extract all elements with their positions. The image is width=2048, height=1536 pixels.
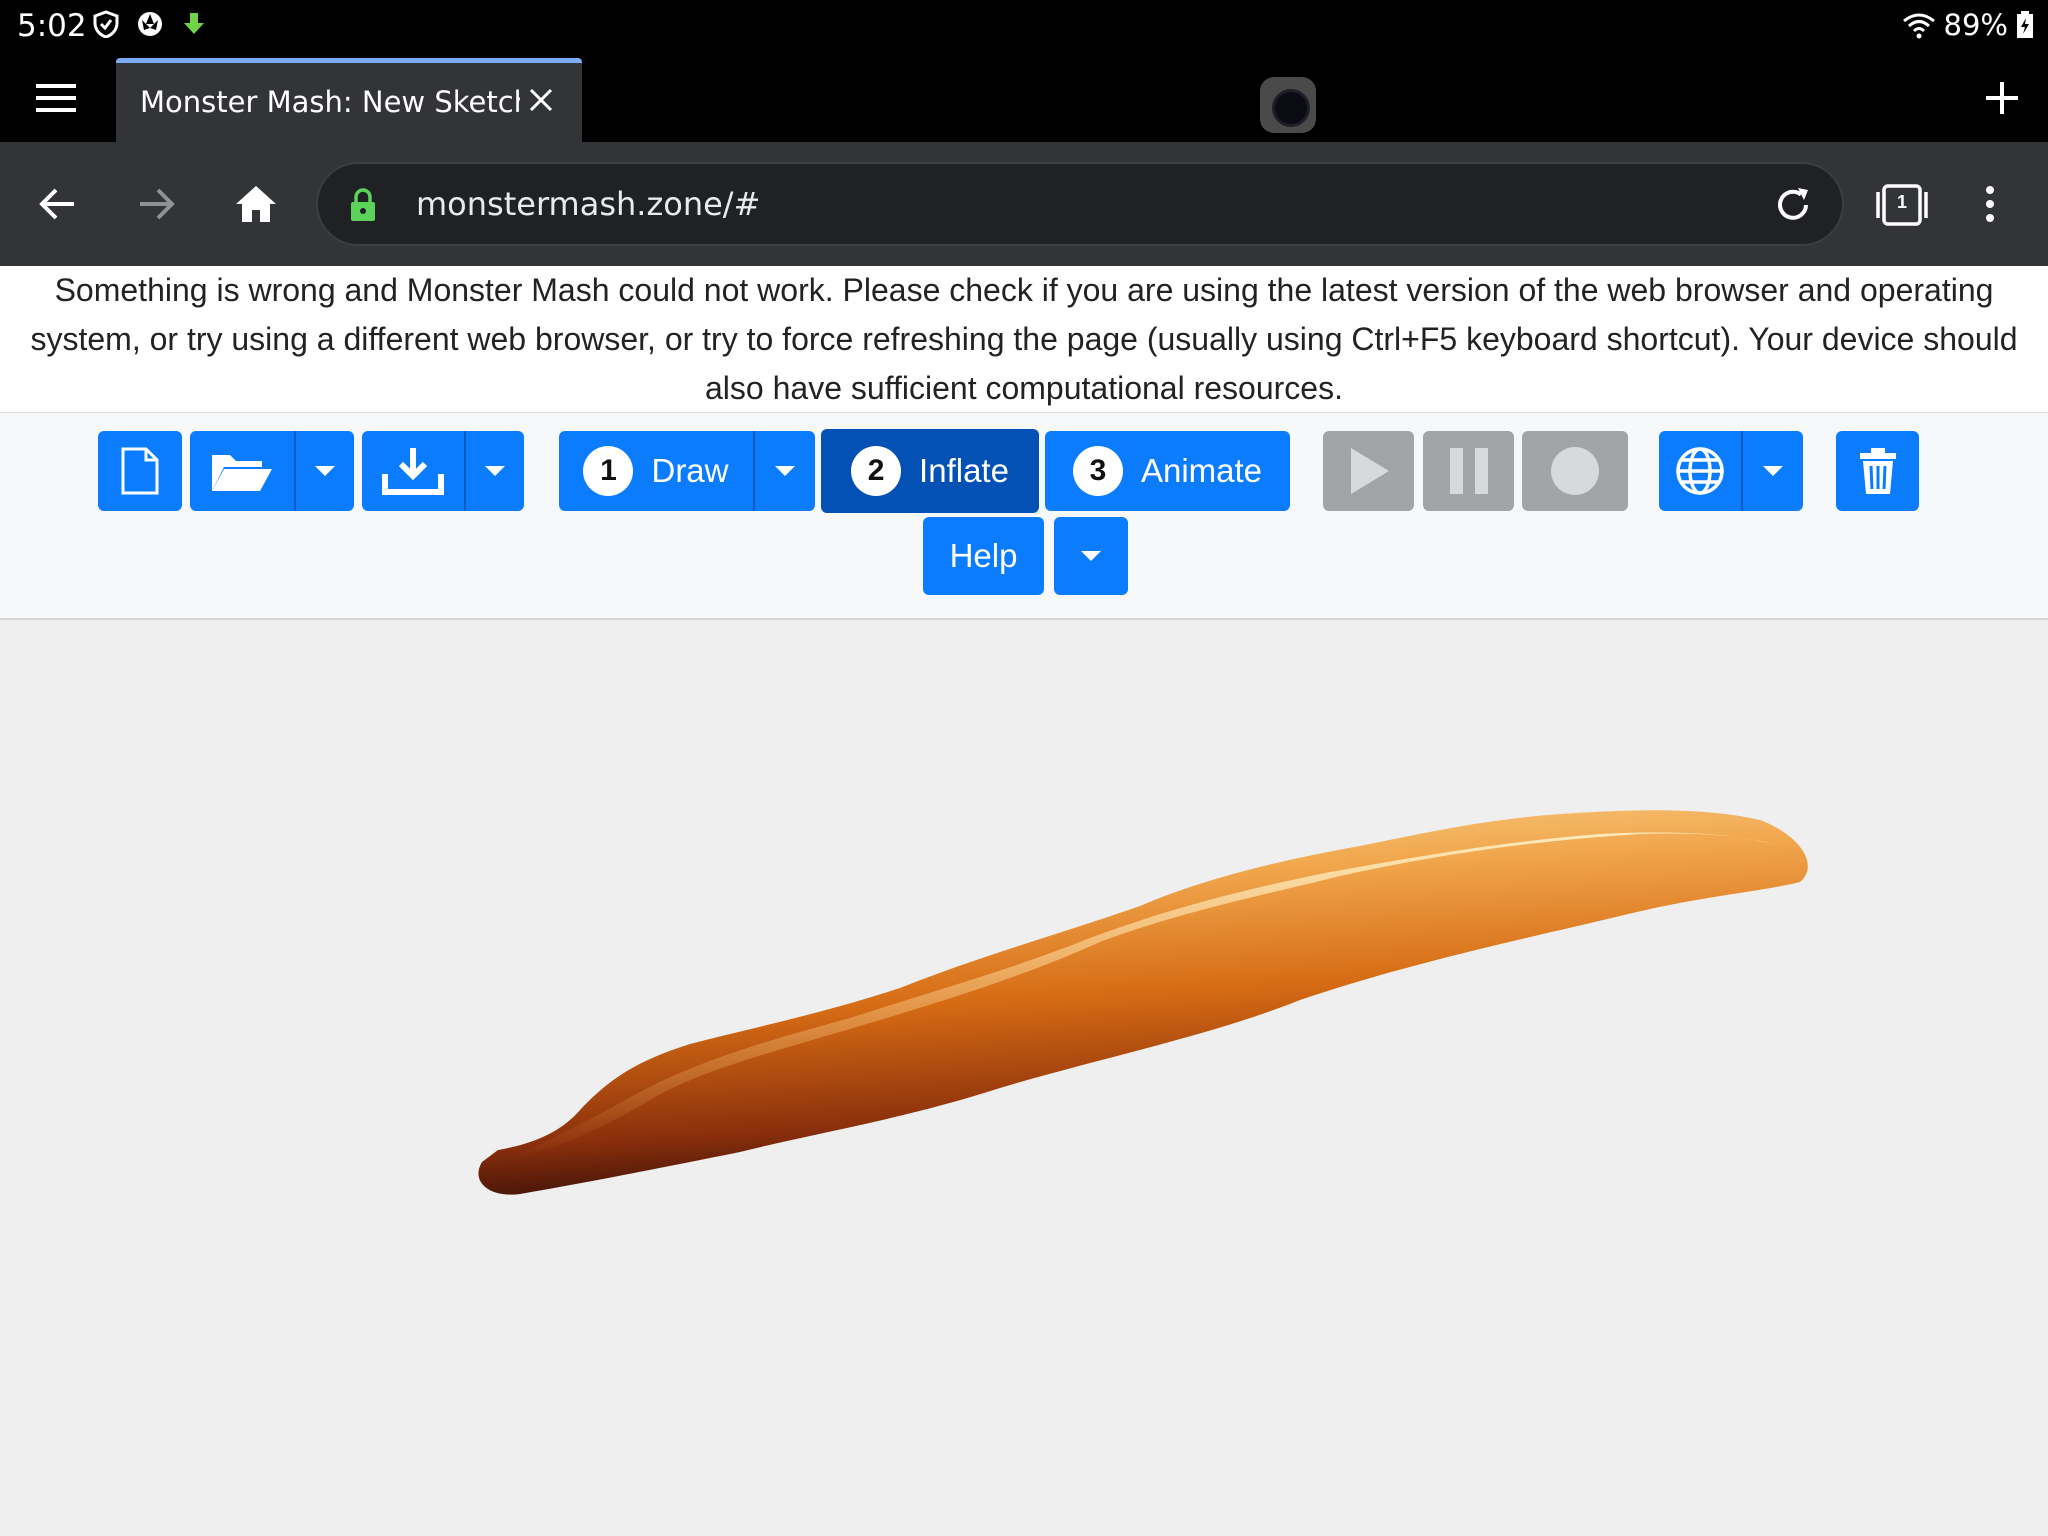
inflate-label: Inflate [919,452,1009,489]
help-label: Help [949,537,1018,574]
save-dropdown-button[interactable] [464,431,524,511]
download-arrow-icon [184,13,204,34]
plus-icon[interactable] [1982,78,2022,118]
more-vert-icon[interactable] [1978,182,2002,226]
draw-dropdown-button[interactable] [753,431,815,511]
inflated-shape [478,810,1808,1195]
folder-open-icon [212,455,272,491]
inflate-mode-button[interactable]: 2 Inflate [821,429,1039,513]
drawing-canvas[interactable] [0,620,2048,1536]
status-bar: 5:02 89% [0,0,2048,52]
app-toolbar: 1 Draw 2 Inflate 3 Animate Help [0,412,2048,620]
error-message: Something is wrong and Monster Mash coul… [0,266,2048,412]
browser-tab[interactable]: Monster Mash: New Sketch- [116,58,582,142]
aperture-icon [138,12,162,36]
caret-down-icon [775,466,795,476]
pause-button[interactable] [1423,431,1514,511]
trash-icon [1859,448,1896,494]
open-dropdown-button[interactable] [294,431,354,511]
forward-arrow-icon[interactable] [134,182,178,226]
status-right: 89% [1902,8,2034,42]
help-button[interactable]: Help [923,517,1044,595]
step-number: 3 [1072,446,1123,496]
wifi-icon [1902,13,1935,39]
tab-switcher-button[interactable]: 1 [1876,182,1928,228]
download-icon [382,448,444,495]
reload-icon[interactable] [1772,184,1814,226]
delete-button[interactable] [1836,431,1919,511]
save-button[interactable] [362,431,464,511]
caret-down-icon [485,466,505,476]
battery-icon [2017,11,2033,38]
new-button[interactable] [98,431,182,511]
open-button[interactable] [190,431,294,511]
close-icon[interactable] [526,85,556,115]
battery-percent: 89% [1943,8,2008,42]
tab-title: Monster Mash: New Sketch- [140,85,520,119]
back-arrow-icon[interactable] [36,182,80,226]
animate-label: Animate [1140,452,1263,489]
menu-icon[interactable] [36,82,80,114]
draw-mode-button[interactable]: 1 Draw [559,431,753,511]
caret-down-icon [315,466,335,476]
tab-strip: Monster Mash: New Sketch- [0,52,2048,142]
tab-count: 1 [1896,192,1907,212]
play-icon [1350,448,1389,494]
record-icon [1551,447,1599,495]
address-bar[interactable]: monstermash.zone/# [316,162,1844,246]
caret-down-icon [1763,466,1783,476]
step-number: 1 [583,446,634,496]
record-button[interactable] [1522,431,1628,511]
camera-cutout [1260,77,1316,133]
browser-toolbar: monstermash.zone/# 1 [0,142,2048,266]
animate-mode-button[interactable]: 3 Animate [1045,431,1290,511]
new-file-icon [121,447,159,495]
play-button[interactable] [1323,431,1414,511]
help-dropdown-button[interactable] [1054,517,1128,595]
globe-icon [1676,447,1724,495]
shield-icon [93,10,119,38]
pause-icon [1449,448,1488,494]
url-text: monstermash.zone/# [416,185,761,223]
caret-down-icon [1081,551,1101,561]
status-time: 5:02 [17,8,87,44]
language-button[interactable] [1659,431,1741,511]
lock-icon [351,188,375,221]
draw-label: Draw [651,452,729,489]
step-number: 2 [851,446,902,496]
language-dropdown-button[interactable] [1741,431,1803,511]
home-icon[interactable] [234,182,278,226]
